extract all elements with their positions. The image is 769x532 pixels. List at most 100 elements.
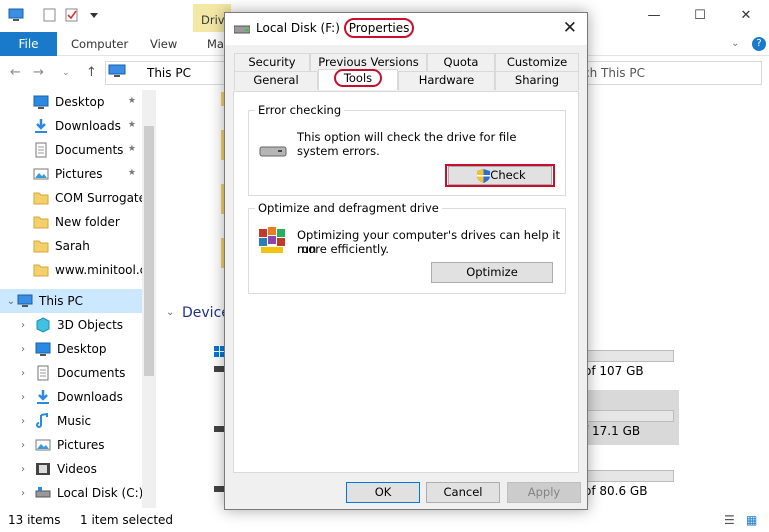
chevron-right-icon[interactable]: › bbox=[17, 368, 29, 379]
up-icon[interactable]: ↑ bbox=[86, 65, 97, 80]
nav-item-videos[interactable]: › Videos bbox=[0, 457, 142, 481]
nav-item-this-pc[interactable]: ⌄ This PC bbox=[0, 289, 142, 313]
nav-item-pictures[interactable]: › Pictures bbox=[0, 433, 142, 457]
chevron-right-icon[interactable]: › bbox=[17, 488, 29, 499]
navigation-pane: Desktop ★ Downloads ★ Documents ★ Pictures ★ COM… bbox=[0, 90, 157, 508]
devices-group-header[interactable]: Device bbox=[182, 305, 230, 321]
folder-icon bbox=[33, 240, 49, 253]
music-icon bbox=[36, 413, 48, 428]
ok-button[interactable]: OK bbox=[346, 482, 420, 503]
nav-item-desktop[interactable]: Desktop ★ bbox=[0, 90, 142, 114]
scrollbar-thumb[interactable] bbox=[144, 126, 154, 376]
nav-item-downloads[interactable]: Downloads ★ bbox=[0, 114, 142, 138]
error-checking-text-2: system errors. bbox=[297, 144, 380, 158]
chevron-right-icon[interactable]: › bbox=[17, 344, 29, 355]
nav-item-label: Music bbox=[57, 414, 92, 428]
back-icon[interactable]: ← bbox=[10, 65, 21, 80]
optimize-text-2: more efficiently. bbox=[297, 242, 390, 256]
drive-capacity: of 107 GB bbox=[584, 364, 644, 378]
nav-item-com-surrogate[interactable]: COM Surrogate bbox=[0, 186, 146, 210]
folder-icon bbox=[33, 192, 49, 205]
chevron-right-icon[interactable]: › bbox=[17, 440, 29, 451]
nav-item-label: Downloads bbox=[57, 390, 123, 404]
nav-item-desktop[interactable]: › Desktop bbox=[0, 337, 142, 361]
nav-item-documents[interactable]: › Documents bbox=[0, 361, 142, 385]
tab-sharing[interactable]: Sharing bbox=[495, 71, 579, 90]
nav-item-label: Desktop bbox=[57, 342, 107, 356]
nav-item-label: Downloads bbox=[55, 119, 121, 133]
folder-icon bbox=[33, 264, 49, 277]
drive-capacity: of 80.6 GB bbox=[584, 484, 648, 498]
optimize-button[interactable]: Optimize bbox=[431, 262, 553, 283]
forward-icon[interactable]: → bbox=[33, 65, 44, 80]
nav-item-label: COM Surrogate bbox=[55, 191, 147, 205]
minimize-icon[interactable]: — bbox=[631, 0, 677, 30]
desktop-icon bbox=[35, 342, 51, 356]
nav-item-www-minitool-cc[interactable]: www.minitool.cc bbox=[0, 258, 153, 282]
ribbon-tab-computer[interactable]: Computer bbox=[71, 32, 128, 56]
ribbon-tab-view[interactable]: View bbox=[150, 32, 177, 56]
dialog-close-icon[interactable]: ✕ bbox=[563, 18, 577, 38]
cancel-button[interactable]: Cancel bbox=[426, 482, 500, 503]
shield-icon bbox=[477, 169, 490, 183]
ribbon-tab-manage[interactable]: Ma bbox=[207, 32, 224, 56]
chevron-right-icon[interactable]: › bbox=[17, 416, 29, 427]
drive-usage-bar bbox=[586, 410, 674, 422]
nav-item-label: Videos bbox=[57, 462, 97, 476]
pin-icon: ★ bbox=[127, 120, 136, 130]
undo-icon[interactable] bbox=[64, 8, 80, 22]
nav-item-local-disk-c[interactable]: › Local Disk (C:) bbox=[0, 481, 143, 505]
recent-locations-icon[interactable]: ⌄ bbox=[62, 68, 70, 78]
customize-toolbar-icon[interactable] bbox=[86, 8, 102, 22]
nav-item-documents[interactable]: Documents ★ bbox=[0, 138, 142, 162]
navigation-scrollbar[interactable] bbox=[142, 90, 156, 508]
chevron-down-icon[interactable]: ⌄ bbox=[5, 296, 17, 307]
error-checking-text-1: This option will check the drive for fil… bbox=[297, 130, 517, 144]
search-input[interactable]: ch This PC bbox=[576, 61, 762, 85]
desktop-icon bbox=[33, 95, 49, 109]
help-icon[interactable]: ? bbox=[752, 37, 766, 51]
drive-icon bbox=[214, 486, 224, 492]
close-icon[interactable]: ✕ bbox=[723, 0, 769, 30]
defragment-icon bbox=[259, 227, 285, 253]
tab-customize[interactable]: Customize bbox=[495, 53, 579, 72]
nav-item-downloads[interactable]: › Downloads bbox=[0, 385, 142, 409]
large-icons-view-icon[interactable]: ▦ bbox=[746, 513, 757, 527]
nav-item-music[interactable]: › Music bbox=[0, 409, 142, 433]
pin-icon: ★ bbox=[127, 168, 136, 178]
dialog-title: Local Disk (F:) Properties bbox=[256, 18, 415, 38]
documents-icon bbox=[35, 142, 47, 158]
status-selected-count: 1 item selected bbox=[80, 513, 174, 527]
tab-general[interactable]: General bbox=[234, 71, 318, 90]
nav-item-label: Sarah bbox=[55, 239, 90, 253]
check-button[interactable]: Check bbox=[448, 166, 552, 185]
maximize-icon[interactable]: ☐ bbox=[677, 0, 723, 30]
nav-item-label: Pictures bbox=[55, 167, 103, 181]
nav-item-3d-objects[interactable]: › 3D Objects bbox=[0, 313, 142, 337]
this-pc-icon bbox=[108, 64, 126, 77]
nav-item-sarah[interactable]: Sarah bbox=[0, 234, 142, 258]
properties-icon[interactable] bbox=[42, 8, 58, 22]
tab-tools[interactable]: Tools bbox=[318, 69, 398, 90]
tab-quota[interactable]: Quota bbox=[427, 53, 495, 72]
expand-ribbon-icon[interactable]: ⌄ bbox=[731, 32, 739, 56]
drive-usage-bar bbox=[586, 350, 674, 362]
nav-item-pictures[interactable]: Pictures ★ bbox=[0, 162, 142, 186]
apply-button[interactable]: Apply bbox=[507, 482, 581, 503]
error-checking-title: Error checking bbox=[255, 103, 345, 117]
status-item-count: 13 items bbox=[8, 513, 61, 527]
nav-item-label: This PC bbox=[39, 294, 83, 308]
pin-icon: ★ bbox=[127, 144, 136, 154]
content-scrollbar[interactable] bbox=[750, 90, 769, 508]
tab-security[interactable]: Security bbox=[234, 53, 310, 72]
chevron-right-icon[interactable]: › bbox=[17, 392, 29, 403]
status-bar: 13 items 1 item selected ☰ ▦ bbox=[0, 508, 769, 532]
chevron-down-icon[interactable]: ⌄ bbox=[166, 307, 174, 318]
chevron-right-icon[interactable]: › bbox=[17, 320, 29, 331]
details-view-icon[interactable]: ☰ bbox=[724, 513, 735, 527]
nav-item-label: 3D Objects bbox=[57, 318, 124, 332]
chevron-right-icon[interactable]: › bbox=[17, 464, 29, 475]
ribbon-tab-file[interactable]: File bbox=[0, 32, 57, 56]
tab-hardware[interactable]: Hardware bbox=[398, 71, 495, 90]
nav-item-new-folder[interactable]: New folder bbox=[0, 210, 142, 234]
